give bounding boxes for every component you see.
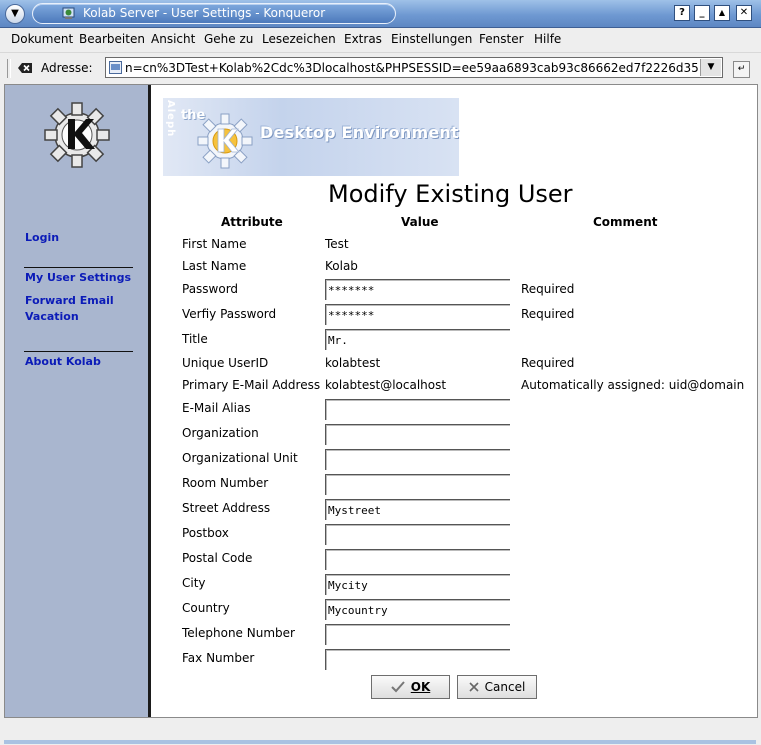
uid-value: kolabtest [325,356,381,370]
menu-bearbeiten[interactable]: Bearbeiten [79,31,145,47]
country-field[interactable] [325,599,510,620]
sidebar-my-user-settings-link[interactable]: My User Settings [25,271,131,284]
first-name-label: First Name [182,237,247,251]
menu-gehe-zu[interactable]: Gehe zu [204,31,253,47]
room-number-field[interactable] [325,474,510,495]
organization-field[interactable] [325,424,510,445]
page-title: Modify Existing User [328,180,573,208]
room-number-label: Room Number [182,476,269,490]
email-alias-label: E-Mail Alias [182,401,251,415]
organization-label: Organization [182,426,259,440]
menu-extras[interactable]: Extras [344,31,382,47]
location-toolbar: Adresse: ▼ ↵ [0,52,761,83]
cancel-button[interactable]: Cancel [457,675,537,699]
toolbar-grip[interactable] [7,59,11,78]
close-icon [469,682,479,692]
verify-password-label: Verfiy Password [182,307,277,321]
address-combo[interactable]: ▼ [105,57,723,78]
sidebar-divider [24,351,133,352]
uid-comment: Required [521,356,575,370]
street-label: Street Address [182,501,271,515]
fax-label: Fax Number [182,651,255,665]
menu-ansicht[interactable]: Ansicht [151,31,195,47]
menubar: Dokument Bearbeiten Ansicht Gehe zu Lese… [0,28,761,50]
window-titlebar[interactable]: ▼ Kolab Server - User Settings - Konquer… [0,0,761,28]
city-field[interactable] [325,574,510,595]
title-label: Title [182,332,208,346]
window-title-pill[interactable]: Kolab Server - User Settings - Konqueror [32,3,396,24]
statusbar-strip [4,740,756,744]
sidebar-login-link[interactable]: Login [25,231,59,244]
banner-aleph-text: Aleph [165,100,176,138]
menu-einstellungen[interactable]: Einstellungen [391,31,472,47]
city-label: City [182,576,206,590]
kde-gear-icon [197,113,253,169]
window-title: Kolab Server - User Settings - Konqueror [83,6,326,20]
column-header-value: Value [401,215,439,229]
kolab-sidebar: Login My User Settings Forward Email Vac… [5,85,151,717]
address-label: Adresse: [41,61,93,75]
chevron-down-icon[interactable]: ▼ [700,59,721,76]
first-name-value: Test [325,237,349,251]
primary-email-value: kolabtest@localhost [325,378,447,392]
checkmark-icon [391,681,405,693]
postbox-label: Postbox [182,526,229,540]
sidebar-vacation-link[interactable]: Vacation [25,310,79,323]
menu-lesezeichen[interactable]: Lesezeichen [262,31,336,47]
maximize-button[interactable]: ▲ [714,5,730,21]
sidebar-about-kolab-link[interactable]: About Kolab [25,355,101,368]
menu-hilfe[interactable]: Hilfe [534,31,561,47]
telephone-field[interactable] [325,624,510,645]
sidebar-forward-email-link[interactable]: Forward Email [25,294,114,307]
page-favicon-icon [109,61,122,74]
password-label: Password [182,282,239,296]
minimize-button[interactable]: _ [694,5,710,21]
country-label: Country [182,601,230,615]
verify-password-comment: Required [521,307,575,321]
postbox-field[interactable] [325,524,510,545]
title-field[interactable] [325,329,510,350]
column-header-comment: Comment [593,215,658,229]
primary-email-label: Primary E-Mail Address [182,378,321,392]
kde-banner: Aleph the Desktop Environment [163,98,459,176]
ok-label: OK [410,680,431,694]
street-field[interactable] [325,499,510,520]
verify-password-field[interactable] [325,304,510,325]
org-unit-label: Organizational Unit [182,451,298,465]
banner-title: Desktop Environment [260,123,459,142]
last-name-label: Last Name [182,259,247,273]
address-input[interactable] [125,58,700,77]
fax-field[interactable] [325,649,510,670]
kde-logo-icon [44,102,110,168]
org-unit-field[interactable] [325,449,510,470]
page-viewport: Login My User Settings Forward Email Vac… [4,84,758,718]
cancel-label: Cancel [484,680,526,694]
menu-dokument[interactable]: Dokument [11,31,73,47]
konqueror-icon [62,7,75,19]
email-alias-field[interactable] [325,399,510,420]
column-header-attribute: Attribute [221,215,283,229]
ok-button[interactable]: OK [371,675,450,699]
clear-location-icon[interactable] [18,62,32,74]
uid-label: Unique UserID [182,356,269,370]
password-field[interactable] [325,279,510,300]
password-comment: Required [521,282,575,296]
primary-email-comment: Automatically assigned: uid@domain [521,378,745,392]
postal-code-field[interactable] [325,549,510,570]
last-name-value: Kolab [325,259,358,273]
menu-fenster[interactable]: Fenster [479,31,524,47]
go-icon[interactable]: ↵ [733,61,750,78]
window-menu-button[interactable]: ▼ [5,4,25,24]
postal-code-label: Postal Code [182,551,253,565]
sidebar-divider [24,267,133,268]
telephone-label: Telephone Number [182,626,295,640]
close-button[interactable]: ✕ [736,5,752,21]
help-button[interactable]: ? [674,5,690,21]
